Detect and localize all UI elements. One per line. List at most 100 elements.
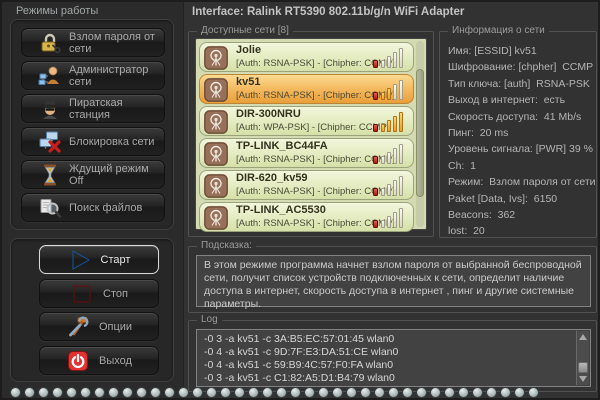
hint-box: В этом режиме программа начнет взлом пар… [196, 255, 591, 307]
progress-dot [304, 387, 315, 398]
scroll-up-icon[interactable] [579, 334, 587, 340]
progress-dot [122, 387, 133, 398]
signal-bar [387, 152, 391, 164]
signal-bar [387, 56, 391, 68]
progress-dot [248, 387, 259, 398]
mode-button-label: Блокировка сети [69, 136, 154, 148]
options-button-label: Опции [99, 321, 132, 333]
network-list: Jolie [Auth: RSNA-PSK] - [Chipher: CCMP]… [195, 38, 427, 230]
progress-dot [318, 387, 329, 398]
exit-button[interactable]: Выход [39, 346, 159, 375]
progress-dot [94, 387, 105, 398]
progress-dot [38, 387, 49, 398]
signal-bar [393, 180, 397, 196]
signal-indicator [373, 110, 407, 132]
signal-bar [393, 52, 397, 68]
signal-bar [387, 88, 391, 100]
progress-dot [66, 387, 77, 398]
progress-dot [332, 387, 343, 398]
progress-dot [290, 387, 301, 398]
options-button[interactable]: Опции [39, 312, 159, 341]
mode-button-standby[interactable]: Ждущий режим Off [21, 160, 165, 189]
progress-dot [374, 387, 385, 398]
progress-dots [6, 386, 552, 399]
network-item-jolie[interactable]: Jolie [Auth: RSNA-PSK] - [Chipher: CCMP] [199, 42, 414, 72]
log-scrollbar[interactable] [576, 331, 589, 385]
signal-bar [393, 84, 397, 100]
signal-bar [381, 124, 385, 132]
signal-bar [387, 216, 391, 228]
network-item-dir300nru[interactable]: DIR-300NRU [Auth: WPA-PSK] - [Chipher: C… [199, 106, 414, 136]
signal-bar [381, 92, 385, 100]
network-item-kv51[interactable]: kv51 [Auth: RSNA-PSK] - [Chipher: CCMP] [199, 74, 414, 104]
sidebar-title: Режимы работы [16, 5, 98, 17]
network-list-scrollbar-thumb[interactable] [416, 69, 424, 197]
info-line-speed: Скорость доступа: 41 Mb/s [448, 109, 596, 125]
progress-dot [486, 387, 497, 398]
log-scrollbar-thumb[interactable] [578, 362, 588, 373]
log-line: -0 3 -a kv51 -c 3A:B5:EC:57:01:45 wlan0 [204, 333, 398, 346]
progress-dot [458, 387, 469, 398]
tools-icon [66, 315, 90, 339]
network-list-scrollbar[interactable] [416, 41, 424, 227]
mode-button-label: Ждущий режим Off [69, 163, 164, 187]
networks-group-title: Доступные сети [8] [197, 25, 293, 36]
radio-tower-icon [204, 142, 228, 166]
mode-button-network-admin[interactable]: Администратор сети [21, 61, 165, 90]
log-groupbox: Log -0 3 -a kv51 -c 3A:B5:EC:57:01:45 wl… [188, 320, 597, 392]
log-line: -0 4 -a kv51 -c 9D:7F:E3:DA:51:CE wlan0 [204, 346, 398, 359]
file-search-icon [38, 196, 62, 220]
spy-icon [38, 97, 62, 121]
progress-dot [388, 387, 399, 398]
radio-tower-icon [204, 206, 228, 230]
lock-icon [38, 31, 62, 55]
progress-dot [472, 387, 483, 398]
network-name: kv51 [236, 76, 260, 88]
play-icon [68, 248, 92, 272]
signal-bar [399, 176, 403, 196]
mode-button-pirate-station[interactable]: Пиратская станция [21, 94, 165, 123]
signal-red-dot [373, 188, 378, 196]
log-box: -0 3 -a kv51 -c 3A:B5:EC:57:01:45 wlan0 … [196, 329, 591, 387]
progress-dot [360, 387, 371, 398]
network-info-lines: Имя: [ESSID] kv51 Шифрование: [chpher] C… [448, 43, 596, 240]
network-name: Jolie [236, 44, 261, 56]
progress-dot [150, 387, 161, 398]
exit-button-label: Выход [99, 355, 132, 367]
signal-red-dot [373, 220, 378, 228]
mode-button-network-block[interactable]: Блокировка сети [21, 127, 165, 156]
signal-bar [393, 116, 397, 132]
log-group-title: Log [197, 314, 222, 325]
signal-bar [381, 60, 385, 68]
info-line-internet: Выход в интернет: есть [448, 92, 596, 108]
start-button[interactable]: Старт [39, 245, 159, 274]
network-item-dir620-kv59[interactable]: DIR-620_kv59 [Auth: RSNA-PSK] - [Chipher… [199, 170, 414, 200]
network-name: DIR-620_kv59 [236, 172, 308, 184]
network-item-tplink-bc44fa[interactable]: TP-LINK_BC44FA [Auth: RSNA-PSK] - [Chiph… [199, 138, 414, 168]
network-item-tplink-ac5530[interactable]: TP-LINK_AC5530 [Auth: RSNA-PSK] - [Chiph… [199, 202, 414, 232]
progress-dot [108, 387, 119, 398]
power-icon [66, 349, 90, 373]
stop-button[interactable]: Стоп [39, 279, 159, 308]
network-info-groupbox: Информация о сети Имя: [ESSID] kv51 Шифр… [439, 31, 597, 238]
mode-button-file-search[interactable]: Поиск файлов [21, 193, 165, 222]
mode-button-label: Взлом пароля от сети [69, 31, 164, 55]
app-window: Режимы работы Взлом пароля от сети Админ… [0, 0, 600, 400]
hint-text: В этом режиме программа начнет взлом пар… [204, 259, 583, 311]
progress-dot [136, 387, 147, 398]
signal-bar [381, 156, 385, 164]
info-line-beacons: Beacons: 362 [448, 207, 596, 223]
scroll-down-icon[interactable] [579, 376, 587, 382]
log-line: -0 4 -a kv51 -c 59:B9:4C:57:F0:FA wlan0 [204, 359, 398, 372]
progress-dot [234, 387, 245, 398]
controls-panel: Старт Стоп Опции Выход [10, 238, 174, 382]
signal-bar [399, 80, 403, 100]
networks-groupbox: Доступные сети [8] Jolie [Auth: RSNA-PSK… [188, 31, 434, 237]
signal-bar [399, 208, 403, 228]
progress-dot [514, 387, 525, 398]
signal-bar [399, 144, 403, 164]
mode-button-crack-password[interactable]: Взлом пароля от сети [21, 28, 165, 57]
log-lines: -0 3 -a kv51 -c 3A:B5:EC:57:01:45 wlan0 … [204, 333, 398, 385]
start-button-label: Старт [101, 254, 131, 266]
signal-indicator [373, 78, 407, 100]
